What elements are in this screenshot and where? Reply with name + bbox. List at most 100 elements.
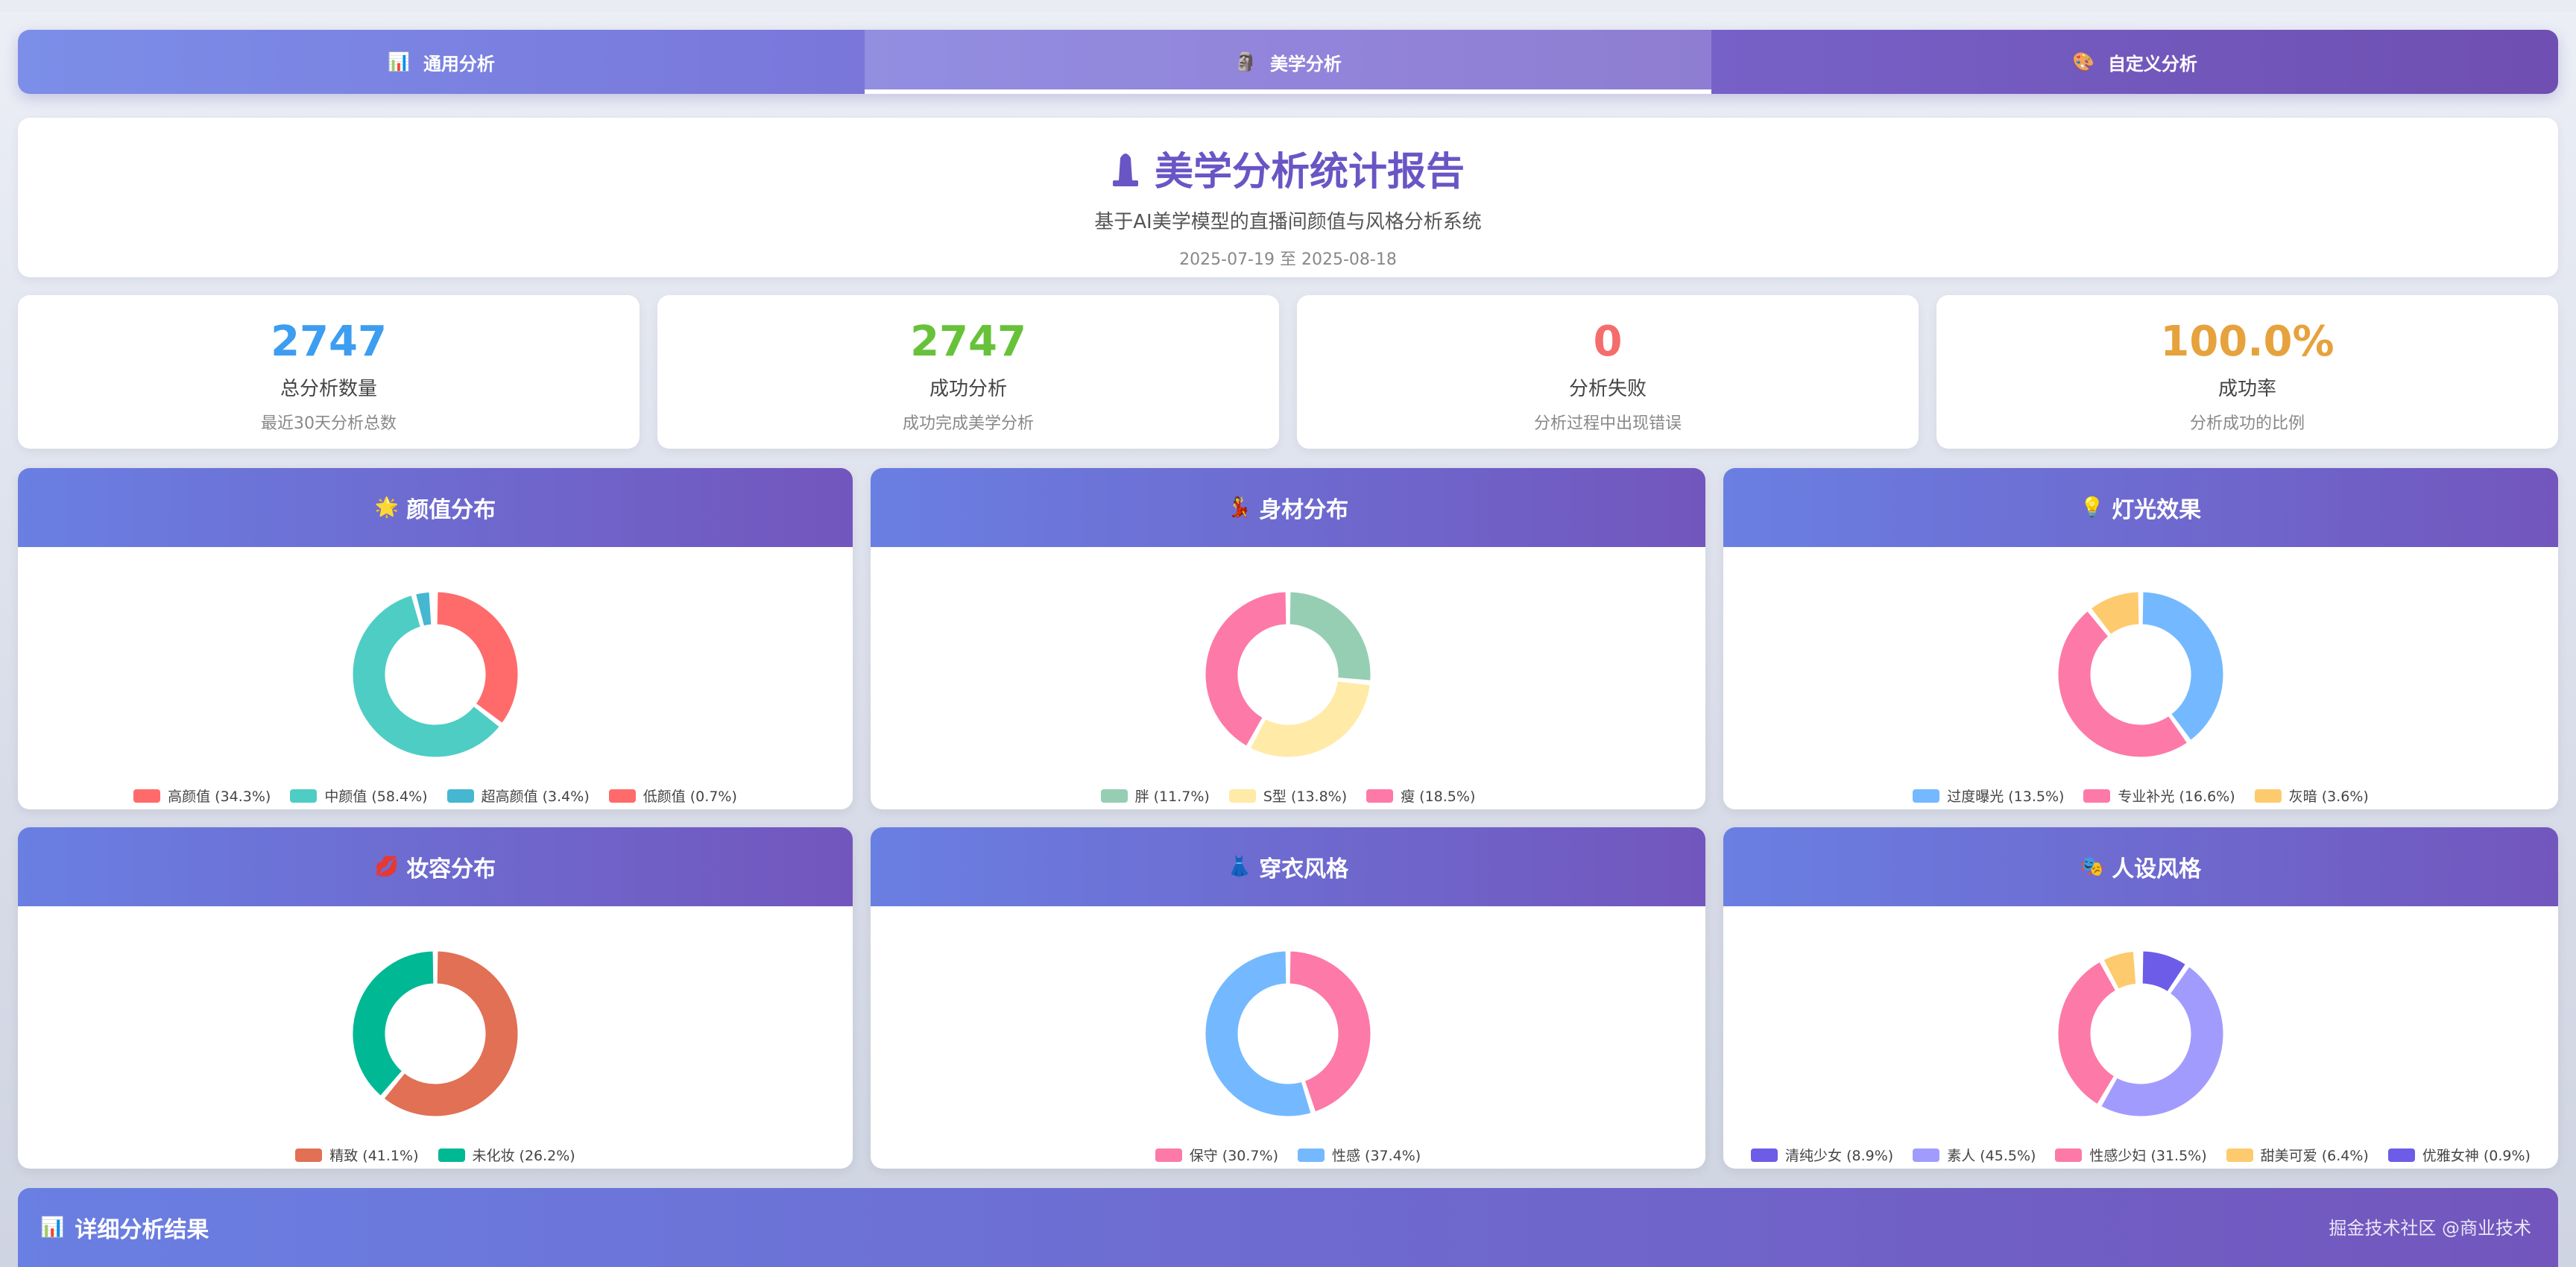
donut-slice[interactable] (2135, 949, 2141, 986)
donut-chart (350, 590, 520, 759)
donut-slice[interactable] (1287, 590, 1373, 683)
tab-custom-analysis[interactable]: 🎨 自定义分析 (1711, 30, 2558, 94)
legend-label: 保守 (30.7%) (1189, 1148, 1278, 1164)
legend-item[interactable]: S型 (13.8%) (1228, 786, 1348, 806)
legend-item[interactable]: 未化妆 (26.2%) (438, 1145, 575, 1165)
legend-item[interactable]: 低颜值 (0.7%) (608, 786, 737, 806)
tab-label: 美学分析 (1269, 53, 1342, 75)
legend-swatch (1228, 789, 1256, 803)
donut-slice[interactable] (432, 590, 436, 627)
legend-item[interactable]: 素人 (45.5%) (1913, 1145, 2036, 1165)
chart-legend: 清纯少女 (8.9%) 素人 (45.5%) 性感少妇 (31.5%) 甜美可爱 (6… (1723, 1145, 2558, 1165)
legend-label: 灰暗 (3.6%) (2288, 789, 2369, 805)
bar-chart-icon: 📊 (40, 1216, 65, 1239)
legend-label: 超高颜值 (3.4%) (481, 789, 590, 805)
legend-item[interactable]: 过度曝光 (13.5%) (1913, 786, 2064, 806)
stat-desc: 分析成功的比例 (2189, 414, 2305, 433)
masks-icon: 🎭 (2080, 856, 2105, 878)
legend-label: 瘦 (18.5%) (1401, 789, 1476, 805)
legend-label: 高颜值 (34.3%) (168, 789, 271, 805)
legend-label: 中颜值 (58.4%) (324, 789, 428, 805)
legend-swatch (1751, 1148, 1778, 1162)
chart-card-persona: 🎭 人设风格 清纯少女 (8.9%) 素人 (45.5%) 性感少妇 (31.5%)… (1723, 827, 2558, 1169)
chart-title: 穿衣风格 (1259, 856, 1349, 882)
chart-legend: 高颜值 (34.3%) 中颜值 (58.4%) 超高颜值 (3.4%) 低颜值 (0.… (18, 786, 853, 806)
legend-item[interactable]: 瘦 (18.5%) (1366, 786, 1475, 806)
legend-item[interactable]: 精致 (41.1%) (295, 1145, 419, 1165)
chart-card-lighting: 💡 灯光效果 过度曝光 (13.5%) 专业补光 (16.6%) 灰暗 (3.6%) (1723, 468, 2558, 809)
dress-icon: 👗 (1227, 856, 1252, 878)
tab-label: 通用分析 (423, 53, 495, 75)
legend-swatch (1913, 1148, 1940, 1162)
legend-item[interactable]: 优雅女神 (0.9%) (2387, 1145, 2531, 1165)
legend-label: 性感少妇 (31.5%) (2089, 1148, 2207, 1164)
tab-aesthetic-analysis[interactable]: 🗿 美学分析 (865, 30, 1711, 94)
chart-card-header: 🎭 人设风格 (1723, 827, 2558, 906)
details-section-header: 📊 详细分析结果 (18, 1188, 2558, 1267)
lips-icon: 💋 (374, 856, 400, 878)
bulb-icon: 💡 (2080, 496, 2105, 519)
legend-item[interactable]: 性感 (37.4%) (1298, 1145, 1421, 1165)
donut-chart (1203, 949, 1373, 1119)
chart-card-clothing: 👗 穿衣风格 保守 (30.7%) 性感 (37.4%) (871, 827, 1705, 1169)
legend-item[interactable]: 专业补光 (16.6%) (2083, 786, 2235, 806)
legend-item[interactable]: 超高颜值 (3.4%) (446, 786, 590, 806)
stat-label: 总分析数量 (280, 378, 377, 400)
donut-chart (2056, 590, 2226, 759)
donut-chart (350, 949, 520, 1119)
stat-label: 成功分析 (929, 378, 1007, 400)
donut-slice[interactable] (1248, 679, 1372, 759)
report-title: 美学分析统计报告 (1154, 150, 1465, 195)
stat-value: 100.0% (2160, 317, 2334, 366)
donut-slice[interactable] (350, 949, 436, 1099)
donut-slice[interactable] (435, 590, 520, 726)
star-icon: 🌟 (374, 496, 400, 519)
legend-swatch (295, 1148, 323, 1162)
chart-card-appearance: 🌟 颜值分布 高颜值 (34.3%) 中颜值 (58.4%) 超高颜值 (3.4%)… (18, 468, 853, 809)
legend-label: 优雅女神 (0.9%) (2422, 1148, 2531, 1164)
legend-swatch (2387, 1148, 2415, 1162)
legend-swatch (133, 789, 161, 803)
statue-icon (1112, 153, 1138, 186)
legend-item[interactable]: 性感少妇 (31.5%) (2055, 1145, 2207, 1165)
dancer-icon: 💃 (1227, 496, 1252, 519)
stat-value: 2747 (910, 317, 1026, 366)
legend-item[interactable]: 保守 (30.7%) (1155, 1145, 1278, 1165)
analysis-tabs: 📊 通用分析 🗿 美学分析 🎨 自定义分析 (18, 30, 2558, 94)
stat-card-success-rate: 100.0% 成功率 分析成功的比例 (1936, 295, 2558, 449)
chart-legend: 保守 (30.7%) 性感 (37.4%) (871, 1145, 1705, 1165)
legend-item[interactable]: 高颜值 (34.3%) (133, 786, 271, 806)
legend-label: 甜美可爱 (6.4%) (2260, 1148, 2369, 1164)
legend-swatch (1100, 789, 1128, 803)
donut-slice[interactable] (2140, 590, 2226, 743)
statue-icon: 🗿 (1234, 51, 1257, 72)
legend-swatch (1913, 789, 1940, 803)
chart-legend: 胖 (11.7%) S型 (13.8%) 瘦 (18.5%) (871, 786, 1705, 806)
legend-item[interactable]: 甜美可爱 (6.4%) (2226, 1145, 2369, 1165)
legend-label: S型 (13.8%) (1263, 789, 1348, 805)
donut-slice[interactable] (2056, 959, 2118, 1107)
legend-label: 清纯少女 (8.9%) (1785, 1148, 1894, 1164)
legend-swatch (438, 1148, 465, 1162)
stat-card-failed: 0 分析失败 分析过程中出现错误 (1297, 295, 1919, 449)
page-title: 美学分析统计报告 (18, 140, 2558, 196)
stat-label: 成功率 (2217, 378, 2276, 400)
legend-label: 过度曝光 (13.5%) (1947, 789, 2065, 805)
legend-swatch (2083, 789, 2111, 803)
chart-card-header: 💃 身材分布 (871, 468, 1705, 547)
chart-card-header: 💡 灯光效果 (1723, 468, 2558, 547)
legend-label: 素人 (45.5%) (1947, 1148, 2036, 1164)
chart-card-body: 💃 身材分布 胖 (11.7%) S型 (13.8%) 瘦 (18.5%) (871, 468, 1705, 809)
chart-title: 灯光效果 (2112, 497, 2202, 523)
tab-general-analysis[interactable]: 📊 通用分析 (18, 30, 865, 94)
stat-card-success: 2747 成功分析 成功完成美学分析 (657, 295, 1279, 449)
stat-desc: 分析过程中出现错误 (1533, 414, 1682, 433)
legend-item[interactable]: 灰暗 (3.6%) (2254, 786, 2369, 806)
legend-item[interactable]: 清纯少女 (8.9%) (1751, 1145, 1893, 1165)
legend-item[interactable]: 胖 (11.7%) (1100, 786, 1210, 806)
legend-swatch (1298, 1148, 1325, 1162)
legend-label: 胖 (11.7%) (1134, 789, 1210, 805)
legend-swatch (608, 789, 636, 803)
legend-item[interactable]: 中颜值 (58.4%) (290, 786, 428, 806)
stat-desc: 最近30天分析总数 (261, 414, 397, 433)
